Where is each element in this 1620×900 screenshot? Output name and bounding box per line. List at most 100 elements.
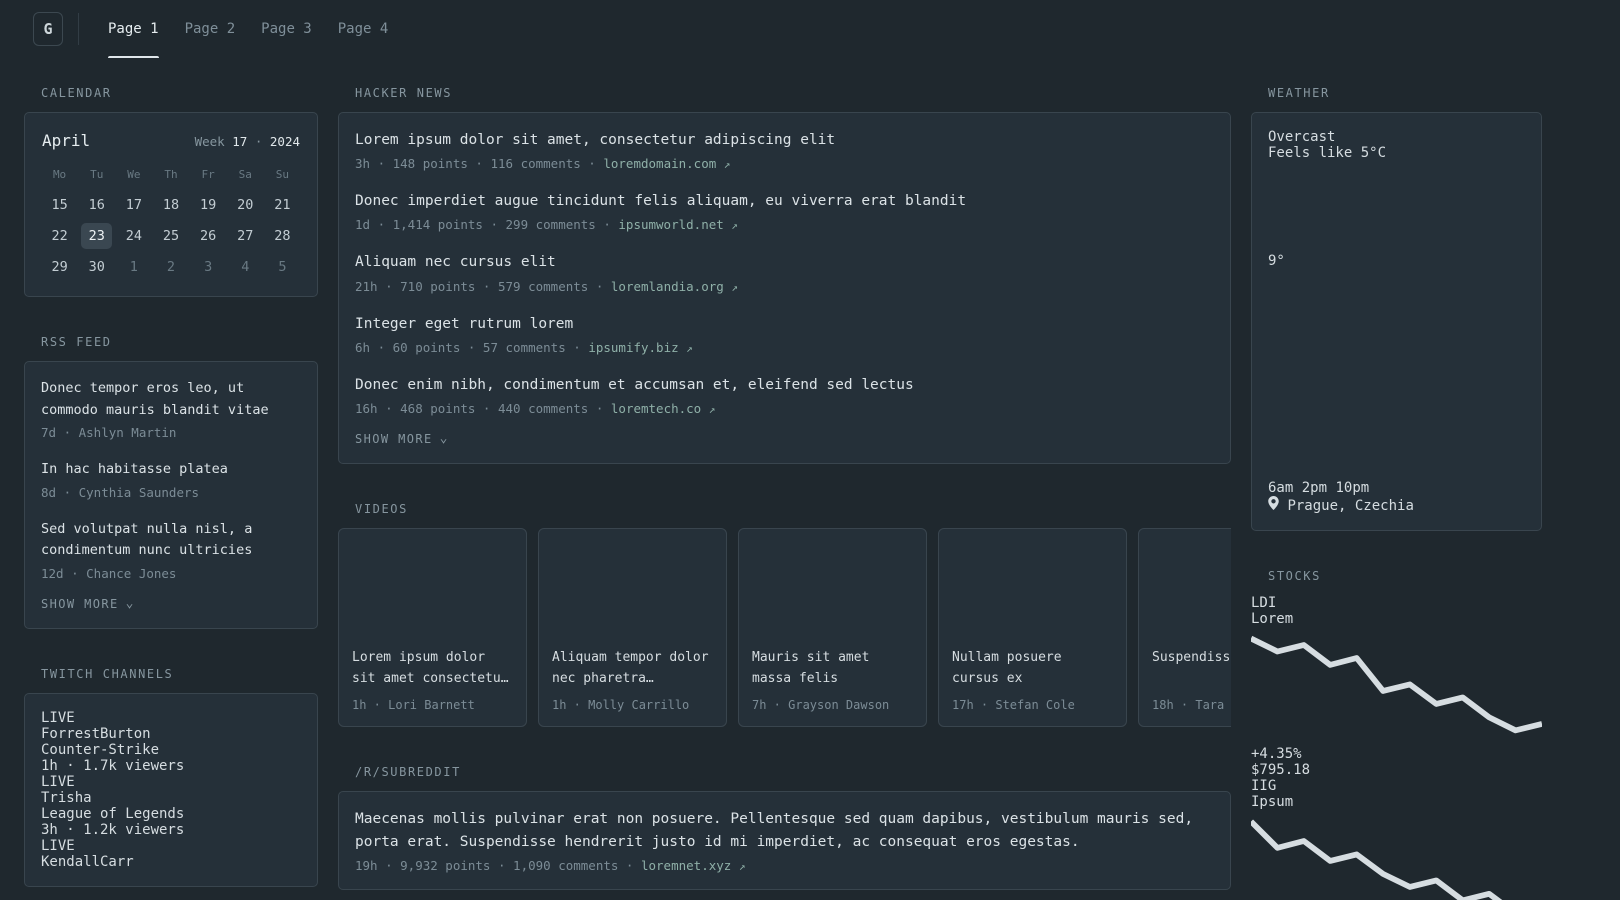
calendar-separator: · <box>254 134 263 149</box>
header-divider <box>78 13 79 45</box>
app-logo[interactable]: G <box>33 12 63 46</box>
video-card-body: Nullam posuere cursus ex 17h · Stefan Co… <box>939 636 1126 726</box>
twitch-channel-game: League of Legends <box>41 805 185 822</box>
tab-page-4[interactable]: Page 4 <box>325 0 402 58</box>
subreddit-post-domain-link[interactable]: loremnet.xyz <box>641 858 731 873</box>
weather-bar <box>1268 213 1525 231</box>
video-thumbnail[interactable] <box>339 529 526 636</box>
calendar-day-next-month: 1 <box>129 259 138 275</box>
video-card-body: Aliquam tempor dolor nec pharetra… 1h · … <box>539 636 726 726</box>
stock-row-iig[interactable]: IIG Ipsum +2.84% $42.04 <box>1248 778 1542 900</box>
stock-name: Lorem <box>1251 611 1294 627</box>
video-meta: 18h · Tara <box>1152 697 1225 712</box>
video-card[interactable]: Mauris sit amet massa felis 7h · Grayson… <box>738 527 927 727</box>
calendar-day: 17 <box>125 197 142 213</box>
rss-show-more-button[interactable]: SHOW MORE ⌄ <box>41 597 135 611</box>
weather-bar <box>1268 458 1525 480</box>
video-card[interactable]: Aliquam tempor dolor nec pharetra… 1h · … <box>538 527 727 727</box>
calendar-year: 2024 <box>269 134 300 149</box>
hn-item-title[interactable]: Donec imperdiet augue tincidunt felis al… <box>355 190 1214 213</box>
subreddit-post-title[interactable]: Maecenas mollis pulvinar erat non posuer… <box>355 808 1214 854</box>
calendar-dow: Sa <box>238 168 252 181</box>
video-title[interactable]: Aliquam tempor dolor nec pharetra… <box>552 648 713 690</box>
calendar-day: 19 <box>200 197 217 213</box>
rss-item-title[interactable]: In hac habitasse platea <box>41 459 301 481</box>
twitch-channel-forrestburton[interactable]: LIVE ForrestBurton Counter-Strike 1h · 1… <box>41 710 301 774</box>
twitch-channel-meta: 1h · 1.7k viewers <box>41 757 185 774</box>
hn-item-title[interactable]: Donec enim nibh, condimentum et accumsan… <box>355 374 1214 397</box>
video-title[interactable]: Suspendisse diam <box>1152 648 1231 690</box>
hn-item-domain-link[interactable]: ipsumworld.net <box>618 217 723 232</box>
chevron-down-icon: ⌄ <box>439 431 449 447</box>
hn-item-stats: 3h · 148 points · 116 comments · <box>355 156 596 172</box>
video-title[interactable]: Lorem ipsum dolor sit amet consectetu… <box>352 648 513 690</box>
video-thumbnail[interactable] <box>739 529 926 636</box>
calendar-day: 18 <box>162 197 180 213</box>
video-card[interactable]: Lorem ipsum dolor sit amet consectetu… 1… <box>338 527 527 727</box>
video-thumbnail[interactable] <box>939 529 1126 636</box>
page-tabs: Page 1 Page 2 Page 3 Page 4 <box>95 0 401 58</box>
twitch-channel-name[interactable]: ForrestBurton <box>41 726 301 742</box>
video-thumbnail[interactable] <box>539 529 726 636</box>
hn-item-title[interactable]: Integer eget rutrum lorem <box>355 313 1214 336</box>
tab-page-1[interactable]: Page 1 <box>95 0 172 58</box>
external-link-icon: ↗ <box>731 280 738 294</box>
calendar-dow: Tu <box>90 168 104 181</box>
calendar-day: 20 <box>237 197 254 213</box>
rss-item-title[interactable]: Donec tempor eros leo, ut commodo mauris… <box>41 378 301 421</box>
hn-item-title[interactable]: Aliquam nec cursus elit <box>355 251 1214 274</box>
calendar-day: 28 <box>274 228 291 244</box>
calendar-dow: Th <box>164 168 178 181</box>
hn-item-stats: 1d · 1,414 points · 299 comments · <box>355 217 611 233</box>
hn-item-stats: 21h · 710 points · 579 comments · <box>355 278 604 294</box>
rss-item-title[interactable]: Sed volutpat nulla nisl, a condimentum n… <box>41 519 301 562</box>
stock-symbol: LDI <box>1251 595 1277 611</box>
video-thumbnail[interactable] <box>1139 529 1231 636</box>
external-link-icon: ↗ <box>723 158 731 172</box>
stock-name: Ipsum <box>1251 793 1294 810</box>
chevron-down-icon: ⌄ <box>125 596 135 612</box>
hn-item-domain-link[interactable]: ipsumify.biz <box>588 340 678 355</box>
twitch-channel-meta: 3h · 1.2k viewers <box>41 821 185 838</box>
location-pin-icon <box>1268 496 1279 510</box>
rss-item: Sed volutpat nulla nisl, a condimentum n… <box>41 519 301 581</box>
hn-show-more-button[interactable]: SHOW MORE ⌄ <box>355 432 449 446</box>
twitch-channel-name[interactable]: KendallCarr <box>41 854 301 870</box>
hn-item-domain-link[interactable]: loremtech.co <box>611 401 701 416</box>
video-title[interactable]: Mauris sit amet massa felis <box>752 648 913 690</box>
calendar-day: 27 <box>237 228 254 244</box>
left-column: CALENDAR April Week 17 · 2024 Mo Tu We T… <box>24 86 318 900</box>
weather-x-label: 2pm <box>1301 480 1328 496</box>
rss-widget: RSS FEED Donec tempor eros leo, ut commo… <box>24 335 318 629</box>
twitch-channel-name[interactable]: Trisha <box>41 790 301 806</box>
stocks-widget-title: STOCKS <box>1268 569 1321 583</box>
calendar-week-label: Week <box>194 134 225 149</box>
hacker-news-widget-title: HACKER NEWS <box>355 86 453 100</box>
weather-bar <box>1268 356 1525 394</box>
video-card-row: Lorem ipsum dolor sit amet consectetu… 1… <box>338 527 1231 727</box>
hn-item-domain-link[interactable]: loremlandia.org <box>611 279 724 294</box>
weather-x-label: 6am <box>1268 480 1294 496</box>
twitch-panel: LIVE ForrestBurton Counter-Strike 1h · 1… <box>24 692 318 887</box>
hn-item-title[interactable]: Lorem ipsum dolor sit amet, consectetur … <box>355 129 1214 152</box>
weather-bar: 9° <box>1268 253 1525 314</box>
video-card[interactable]: Nullam posuere cursus ex 17h · Stefan Co… <box>938 527 1127 727</box>
video-title[interactable]: Nullam posuere cursus ex <box>952 648 1113 690</box>
tab-page-3[interactable]: Page 3 <box>248 0 325 58</box>
stock-row-ldi[interactable]: LDI Lorem +4.35% $795.18 <box>1249 595 1543 778</box>
twitch-channel-trisha[interactable]: LIVE Trisha League of Legends 3h · 1.2k … <box>41 774 301 838</box>
video-card[interactable]: Suspendisse diam 18h · Tara <box>1138 527 1231 727</box>
videos-widget: VIDEOS Lorem ipsum dolor sit amet consec… <box>338 502 1231 727</box>
external-link-icon: ↗ <box>731 219 738 233</box>
avatar: LIVE <box>41 838 301 854</box>
calendar-day: 25 <box>162 228 180 244</box>
tab-page-2[interactable]: Page 2 <box>172 0 249 58</box>
weather-x-label: 10pm <box>1335 480 1370 496</box>
calendar-week-info: Week 17 · 2024 <box>195 134 300 149</box>
hn-item-domain-link[interactable]: loremdomain.com <box>603 156 716 171</box>
weather-bar <box>1268 231 1525 253</box>
twitch-channel-kendallcarr[interactable]: LIVE KendallCarr <box>41 838 301 870</box>
weather-bar <box>1268 173 1525 183</box>
calendar-grid: Mo Tu We Th Fr Sa Su 15 16 17 18 19 20 2… <box>41 164 301 280</box>
calendar-day-next-month: 2 <box>166 259 176 275</box>
